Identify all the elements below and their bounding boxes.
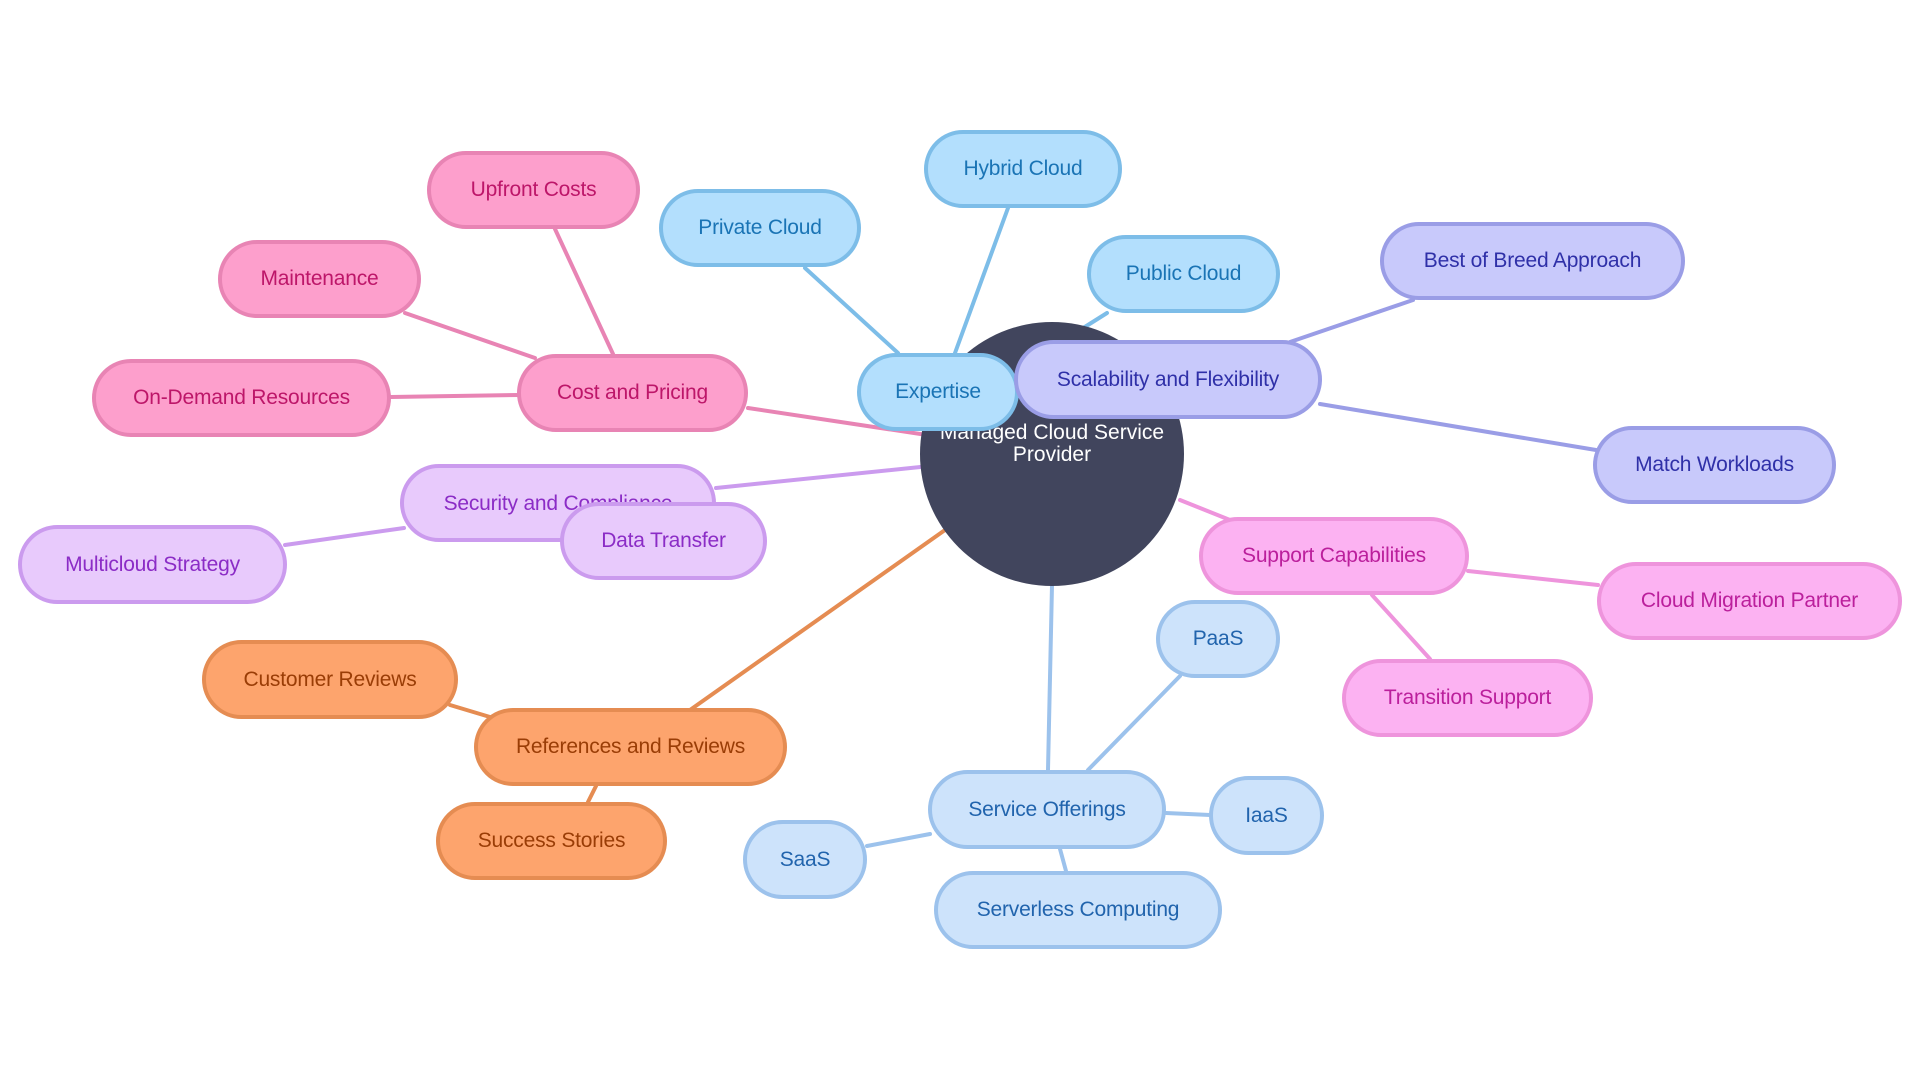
- node-maintenance[interactable]: Maintenance: [218, 240, 421, 318]
- edge-root-security: [714, 464, 932, 490]
- node-label: Data Transfer: [601, 529, 726, 552]
- node-label: Support Capabilities: [1242, 544, 1426, 567]
- node-label: Multicloud Strategy: [65, 552, 240, 576]
- node-cloud-migration-partner[interactable]: Cloud Migration Partner: [1597, 562, 1902, 640]
- node-transition-support[interactable]: Transition Support: [1342, 659, 1593, 737]
- node-label: SaaS: [779, 847, 831, 871]
- node-label: Expertise: [895, 380, 981, 403]
- node-label: Public Cloud: [1125, 262, 1242, 285]
- node-serverless-computing[interactable]: Serverless Computing: [934, 871, 1222, 949]
- node-customer-reviews[interactable]: Customer Reviews: [202, 640, 458, 719]
- node-label: Best of Breed Approach: [1423, 249, 1642, 272]
- node-private-cloud[interactable]: Private Cloud: [659, 189, 861, 267]
- edge-refs-success: [586, 784, 598, 804]
- edge-cost-upfront: [553, 227, 615, 356]
- edge-root-support: [1178, 498, 1232, 522]
- edge-support-migration: [1466, 569, 1600, 587]
- node-label: Upfront Costs: [470, 178, 597, 201]
- node-multicloud-strategy[interactable]: Multicloud Strategy: [18, 525, 287, 604]
- root-label-line2: Provider: [1012, 443, 1092, 466]
- node-label: On-Demand Resources: [133, 386, 350, 409]
- edge-cost-maintenance: [403, 311, 537, 360]
- edge-service-saas: [865, 832, 932, 848]
- edge-scal-best: [1288, 298, 1415, 344]
- node-support-capabilities[interactable]: Support Capabilities: [1199, 517, 1469, 595]
- node-success-stories[interactable]: Success Stories: [436, 802, 667, 880]
- node-saas[interactable]: SaaS: [743, 820, 867, 899]
- edge-security-multicloud: [283, 526, 406, 547]
- edge-support-transition: [1370, 593, 1432, 661]
- node-cost-and-pricing[interactable]: Cost and Pricing: [517, 354, 748, 432]
- node-label: Success Stories: [477, 829, 626, 852]
- edge-service-iaas: [1164, 811, 1212, 817]
- edge-service-paas: [1086, 674, 1182, 772]
- node-public-cloud[interactable]: Public Cloud: [1087, 235, 1280, 313]
- edge-scal-match: [1318, 402, 1598, 452]
- node-expertise[interactable]: Expertise: [857, 353, 1019, 431]
- node-service-offerings[interactable]: Service Offerings: [928, 770, 1166, 849]
- node-on-demand-resources[interactable]: On-Demand Resources: [92, 359, 391, 437]
- node-label: Service Offerings: [968, 797, 1126, 821]
- node-iaas[interactable]: IaaS: [1209, 776, 1324, 855]
- edge-root-service: [1046, 583, 1054, 772]
- node-label: Cost and Pricing: [557, 381, 708, 404]
- node-label: PaaS: [1192, 627, 1244, 650]
- node-label: Cloud Migration Partner: [1640, 589, 1859, 612]
- edge-expertise-private: [803, 266, 900, 355]
- node-data-transfer[interactable]: Data Transfer: [560, 502, 767, 580]
- node-match-workloads[interactable]: Match Workloads: [1593, 426, 1836, 504]
- node-label: Match Workloads: [1635, 453, 1794, 476]
- edge-refs-customer: [448, 703, 492, 719]
- node-references-and-reviews[interactable]: References and Reviews: [474, 708, 787, 786]
- node-label: Customer Reviews: [243, 667, 417, 691]
- node-label: Private Cloud: [698, 216, 822, 239]
- node-label: IaaS: [1245, 803, 1288, 827]
- node-hybrid-cloud[interactable]: Hybrid Cloud: [924, 130, 1122, 208]
- node-label: Transition Support: [1383, 686, 1552, 709]
- edge-service-serverless: [1058, 847, 1068, 873]
- node-label: Serverless Computing: [976, 898, 1180, 921]
- node-paas[interactable]: PaaS: [1156, 600, 1280, 678]
- node-scalability-and-flexibility[interactable]: Scalability and Flexibility: [1014, 340, 1322, 419]
- node-label: References and Reviews: [515, 735, 746, 758]
- node-label: Maintenance: [260, 267, 379, 290]
- edge-cost-ondemand: [389, 393, 521, 399]
- node-best-of-breed-approach[interactable]: Best of Breed Approach: [1380, 222, 1685, 300]
- node-upfront-costs[interactable]: Upfront Costs: [427, 151, 640, 229]
- node-label: Hybrid Cloud: [963, 157, 1083, 180]
- node-label: Scalability and Flexibility: [1056, 367, 1280, 391]
